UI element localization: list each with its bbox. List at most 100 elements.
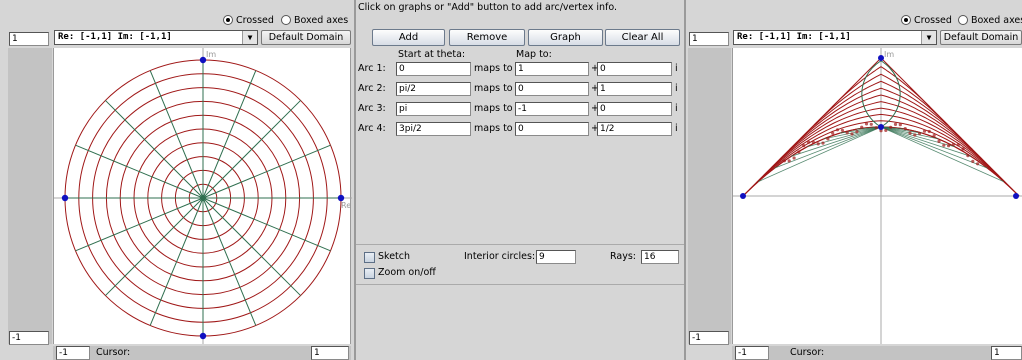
image-sample-point xyxy=(826,137,830,141)
image-sample-point xyxy=(792,156,796,160)
arc-maps-to-label: maps to xyxy=(474,123,513,134)
image-sample-point xyxy=(840,128,844,132)
image-sample-point xyxy=(956,143,960,147)
arc-theta-field[interactable]: 3pi/2 xyxy=(396,122,471,136)
image-sample-point xyxy=(850,132,854,136)
arc-real-field[interactable]: 0 xyxy=(515,122,589,136)
right-domain-select[interactable]: Re: [-1,1] Im: [-1,1] ▼ xyxy=(733,30,937,45)
rays-field[interactable]: 16 xyxy=(641,250,679,264)
right-boxed-label: Boxed axes xyxy=(971,15,1022,26)
image-sample-point xyxy=(922,129,927,133)
right-xmax-field[interactable]: 1 xyxy=(991,346,1022,360)
right-panel: Crossed Boxed axes 1 Re: [-1,1] Im: [-1,… xyxy=(686,0,1022,360)
remove-button[interactable]: Remove xyxy=(449,29,525,46)
left-crossed-label: Crossed xyxy=(236,15,274,26)
image-sample-point xyxy=(802,144,806,148)
arc-imag-field[interactable]: 0 xyxy=(597,62,672,76)
vertex-point xyxy=(199,332,207,340)
image-sample-point xyxy=(884,128,888,132)
right-xmin-field[interactable]: -1 xyxy=(735,346,769,360)
image-sample-point xyxy=(927,129,931,134)
image-sample-point xyxy=(797,150,801,154)
left-domain-select[interactable]: Re: [-1,1] Im: [-1,1] ▼ xyxy=(54,30,258,45)
left-xmin-field[interactable]: -1 xyxy=(56,346,90,360)
arc-maps-to-label: maps to xyxy=(474,63,513,74)
arc-theta-field[interactable]: pi xyxy=(396,102,471,116)
arc-maps-to-label: maps to xyxy=(474,103,513,114)
chevron-down-icon[interactable]: ▼ xyxy=(921,31,936,44)
rays-label: Rays: xyxy=(610,251,636,262)
chevron-down-icon[interactable]: ▼ xyxy=(242,31,257,44)
image-sample-point xyxy=(908,131,912,135)
arc-imag-field[interactable]: 1 xyxy=(597,82,672,96)
right-boxed-radio[interactable] xyxy=(958,15,968,25)
arc-real-field[interactable]: -1 xyxy=(515,102,589,116)
arc-label: Arc 2: xyxy=(358,83,386,94)
arc-theta-field[interactable]: pi/2 xyxy=(396,82,471,96)
zoom-checkbox[interactable] xyxy=(364,268,375,279)
right-x-bar xyxy=(732,346,1022,360)
image-sample-point xyxy=(947,144,951,148)
vertex-point xyxy=(61,194,69,202)
image-sample-point xyxy=(918,131,922,136)
right-plot-svg: Im xyxy=(733,48,1022,344)
image-sample-point xyxy=(898,123,902,127)
image-sample-point xyxy=(811,140,815,144)
image-sample-point xyxy=(942,143,946,147)
arc-imag-field[interactable]: 1/2 xyxy=(597,122,672,136)
graph-button[interactable]: Graph xyxy=(528,29,603,46)
right-crossed-radio[interactable] xyxy=(901,15,911,25)
right-y-sidebar xyxy=(688,48,731,344)
image-sample-point xyxy=(932,134,936,138)
vertex-point xyxy=(878,55,884,61)
map-to-header: Map to: xyxy=(516,49,552,60)
right-ymin-field[interactable]: -1 xyxy=(689,331,729,345)
left-plot[interactable]: Im Re xyxy=(53,48,352,344)
arc-theta-field[interactable]: 0 xyxy=(396,62,471,76)
interior-circles-field[interactable]: 9 xyxy=(536,250,576,264)
image-sample-point xyxy=(835,128,840,132)
arc-real-field[interactable]: 1 xyxy=(515,62,589,76)
interior-circles-label: Interior circles: xyxy=(464,251,536,262)
arc-i-label: i xyxy=(675,103,678,114)
left-boxed-radio[interactable] xyxy=(281,15,291,25)
image-sample-point xyxy=(807,140,811,144)
zoom-label: Zoom on/off xyxy=(378,267,436,278)
arc-real-field[interactable]: 0 xyxy=(515,82,589,96)
image-sample-point xyxy=(903,127,907,131)
image-sample-point xyxy=(869,122,873,126)
image-sample-point xyxy=(821,141,825,145)
im-axis-label: Im xyxy=(884,50,894,59)
right-plot[interactable]: Im xyxy=(732,48,1022,344)
image-ray xyxy=(880,126,1005,183)
image-sample-point xyxy=(845,131,849,135)
image-sample-point xyxy=(816,142,820,146)
vertex-point xyxy=(740,193,746,199)
image-sample-point xyxy=(860,125,864,129)
add-button[interactable]: Add xyxy=(372,29,445,46)
arc-i-label: i xyxy=(675,83,678,94)
vertex-point xyxy=(337,194,345,202)
image-sample-point xyxy=(831,131,835,135)
right-ymax-field[interactable]: 1 xyxy=(689,32,729,46)
arc-label: Arc 1: xyxy=(358,63,386,74)
clear-all-button[interactable]: Clear All xyxy=(605,29,680,46)
right-default-domain-button[interactable]: Default Domain xyxy=(940,30,1022,45)
image-ray xyxy=(757,126,882,183)
arc-imag-field[interactable]: 0 xyxy=(597,102,672,116)
left-crossed-radio[interactable] xyxy=(223,15,233,25)
left-domain-value: Re: [-1,1] Im: [-1,1] xyxy=(58,32,172,42)
left-default-domain-button[interactable]: Default Domain xyxy=(261,30,351,45)
sketch-checkbox[interactable] xyxy=(364,252,375,263)
re-axis-label: Re xyxy=(341,201,351,210)
arc-label: Arc 3: xyxy=(358,103,386,114)
image-sample-point xyxy=(976,162,980,166)
left-ymin-field[interactable]: -1 xyxy=(9,331,49,345)
left-panel: Crossed Boxed axes 1 Re: [-1,1] Im: [-1,… xyxy=(0,0,354,360)
left-boxed-label: Boxed axes xyxy=(294,15,349,26)
left-ymax-field[interactable]: 1 xyxy=(9,32,49,46)
right-crossed-label: Crossed xyxy=(914,15,952,26)
left-xmax-field[interactable]: 1 xyxy=(311,346,349,360)
vertex-point xyxy=(199,56,207,64)
image-ray xyxy=(790,126,882,157)
